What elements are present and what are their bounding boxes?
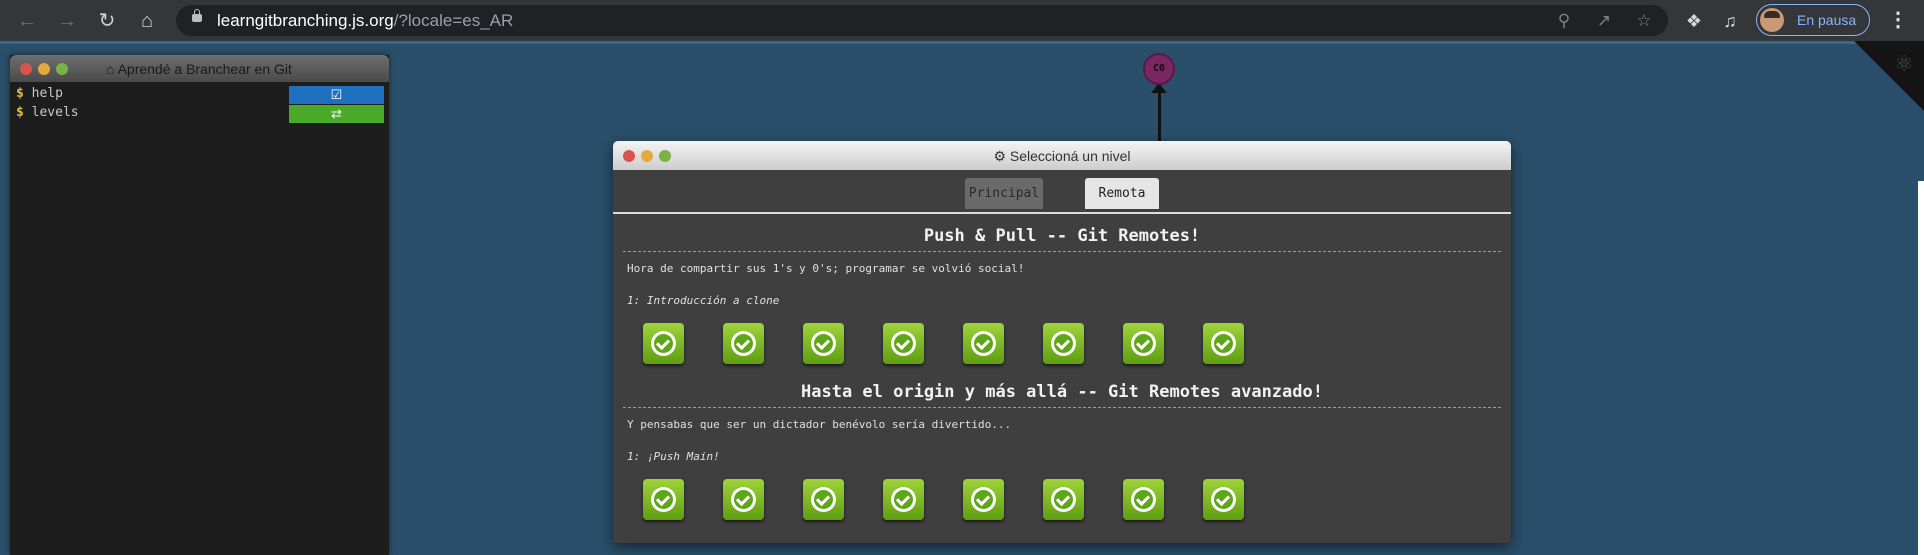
prompt: $ [16,86,24,101]
section-description: Y pensabas que ser un dictador benévolo … [627,418,1012,431]
close-icon[interactable] [20,63,32,75]
level-button[interactable] [1203,479,1244,520]
share-icon[interactable]: ↗ [1592,9,1616,33]
profile-label: En pausa [1797,12,1857,28]
terminal-window: ⌂ Aprendé a Branchear en Git $ help ☑ $ … [10,55,389,555]
level-button[interactable] [643,323,684,364]
maximize-icon[interactable] [56,63,68,75]
checkmark-icon [1131,331,1156,356]
level-button[interactable] [723,323,764,364]
checkmark-icon [971,331,996,356]
section-title: Hasta el origin y más allá -- Git Remote… [801,382,1323,402]
checkmark-icon [731,331,756,356]
terminal-title: ⌂ Aprendé a Branchear en Git [106,61,292,77]
prompt: $ [16,105,24,120]
back-icon[interactable]: ← [14,8,40,34]
checkmark-icon [891,331,916,356]
level-button[interactable] [963,479,1004,520]
section-description: Hora de compartir sus 1's y 0's; program… [627,262,1025,275]
section-subtitle: 1: Introducción a clone [627,294,780,307]
zoom-icon[interactable]: ⚲ [1552,9,1576,33]
level-select-modal: ⚙ Seleccioná un nivel Principal Remota P… [613,141,1511,543]
home-small-icon: ⌂ [106,61,118,77]
commit-edge [1158,89,1161,142]
modal-titlebar: ⚙ Seleccioná un nivel [613,141,1511,170]
level-button[interactable] [883,323,924,364]
media-icon[interactable]: ♫ [1718,9,1742,33]
puzzle-icon[interactable]: ❖ [1682,9,1706,33]
command: help [31,86,63,101]
page-divider [0,41,1924,44]
checkmark-icon [651,487,676,512]
terminal-line-levels: $ levels [16,105,79,120]
checkmark-icon [1051,331,1076,356]
level-button[interactable] [803,479,844,520]
checkmark-icon [971,487,996,512]
kebab-menu-icon[interactable]: ⋮ [1888,8,1908,32]
section-divider [623,251,1501,252]
modal-title-label: Seleccioná un nivel [1009,148,1131,164]
level-button[interactable] [1203,323,1244,364]
checkmark-icon [1211,487,1236,512]
tab-principal[interactable]: Principal [965,178,1043,209]
minimize-icon[interactable] [38,63,50,75]
page-canvas: ⚛ ⌂ Aprendé a Branchear en Git $ help ☑ … [0,41,1924,555]
status-check-icon: ☑ [289,86,384,104]
level-button[interactable] [1043,479,1084,520]
level-button[interactable] [723,479,764,520]
terminal-line-help: $ help [16,86,63,101]
level-button[interactable] [643,479,684,520]
checkmark-icon [1051,487,1076,512]
checkmark-icon [651,331,676,356]
checkmark-icon [1211,331,1236,356]
address-bar[interactable]: learngitbranching.js.org/?locale=es_AR ⚲… [176,5,1668,36]
url-host: learngitbranching.js.org [217,11,394,30]
level-button[interactable] [1123,479,1164,520]
checkmark-icon [1131,487,1156,512]
browser-toolbar: ← → ↻ ⌂ learngitbranching.js.org/?locale… [0,0,1924,41]
section-subtitle: 1: ¡Push Main! [627,450,720,463]
tab-bar: Principal Remota [613,174,1511,214]
github-icon[interactable]: ⚛ [1894,51,1914,77]
reload-icon[interactable]: ↻ [94,8,120,34]
profile-button[interactable]: En pausa [1756,4,1870,36]
modal-title: ⚙ Seleccioná un nivel [613,148,1511,165]
tab-remota[interactable]: Remota [1085,178,1159,209]
url-path: /?locale=es_AR [393,11,514,30]
checkmark-icon [811,487,836,512]
lock-icon[interactable] [192,9,202,22]
gear-icon: ⚙ [993,148,1010,164]
commit-node[interactable]: C0 [1143,53,1175,85]
star-icon[interactable]: ☆ [1632,9,1656,33]
section-title: Push & Pull -- Git Remotes! [923,226,1201,246]
level-button[interactable] [803,323,844,364]
terminal-titlebar: ⌂ Aprendé a Branchear en Git [10,55,389,82]
command: levels [31,105,79,120]
section-divider [623,407,1501,408]
home-icon[interactable]: ⌂ [134,8,160,34]
level-button[interactable] [1123,323,1164,364]
checkmark-icon [891,487,916,512]
avatar [1760,8,1784,32]
level-button[interactable] [883,479,924,520]
url-text[interactable]: learngitbranching.js.org/?locale=es_AR [217,11,513,31]
terminal-title-label: Aprendé a Branchear en Git [117,61,292,77]
checkmark-icon [811,331,836,356]
scrollbar-edge [1918,181,1924,555]
forward-icon[interactable]: → [54,8,80,34]
level-button[interactable] [963,323,1004,364]
level-button[interactable] [1043,323,1084,364]
status-refresh-icon: ⇄ [289,105,384,123]
checkmark-icon [731,487,756,512]
